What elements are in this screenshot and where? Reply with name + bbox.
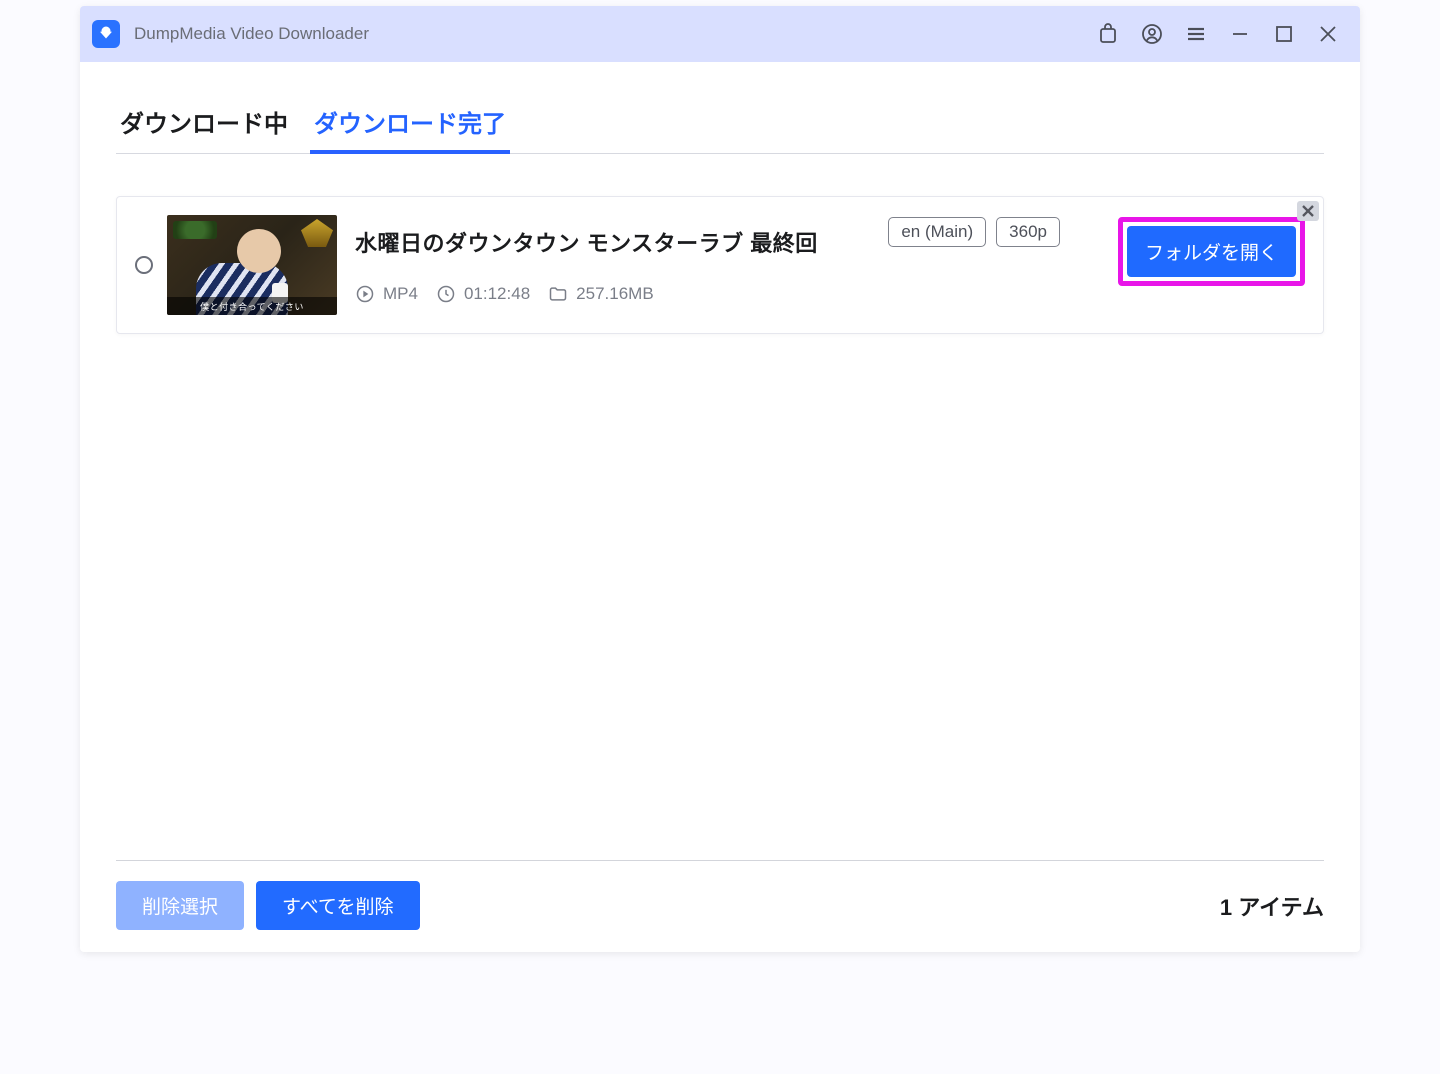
close-button[interactable] — [1306, 12, 1350, 56]
quality-chip[interactable]: 360p — [996, 217, 1060, 247]
app-title: DumpMedia Video Downloader — [134, 24, 369, 44]
download-item: 僕と付き合ってください 水曜日のダウンタウン モンスターラブ 最終回 MP4 0… — [116, 196, 1324, 334]
tab-completed[interactable]: ダウンロード完了 — [310, 104, 510, 153]
remove-item-button[interactable] — [1297, 201, 1319, 221]
tab-downloading[interactable]: ダウンロード中 — [116, 104, 292, 153]
format-value: MP4 — [383, 284, 418, 304]
delete-all-button[interactable]: すべてを削除 — [256, 881, 420, 930]
item-count: 1 アイテム — [1220, 890, 1324, 922]
clock-icon — [436, 284, 456, 304]
duration-meta: 01:12:48 — [436, 284, 530, 304]
item-meta: MP4 01:12:48 257.16MB — [355, 284, 870, 304]
open-folder-button[interactable]: フォルダを開く — [1127, 226, 1296, 277]
minimize-button[interactable] — [1218, 12, 1262, 56]
delete-selected-button[interactable]: 削除選択 — [116, 881, 244, 930]
app-window: DumpMedia Video Downloader ダウンロード中 ダウンロー… — [80, 6, 1360, 952]
app-logo-icon — [92, 20, 120, 48]
titlebar: DumpMedia Video Downloader — [80, 6, 1360, 62]
size-meta: 257.16MB — [548, 284, 654, 304]
play-icon — [355, 284, 375, 304]
language-chip[interactable]: en (Main) — [888, 217, 986, 247]
footer: 削除選択 すべてを削除 1 アイテム — [116, 860, 1324, 952]
user-icon[interactable] — [1130, 12, 1174, 56]
folder-icon — [548, 284, 568, 304]
maximize-button[interactable] — [1262, 12, 1306, 56]
video-thumbnail: 僕と付き合ってください — [167, 215, 337, 315]
duration-value: 01:12:48 — [464, 284, 530, 304]
select-item-radio[interactable] — [135, 256, 153, 274]
size-value: 257.16MB — [576, 284, 654, 304]
content-area: 僕と付き合ってください 水曜日のダウンタウン モンスターラブ 最終回 MP4 0… — [80, 154, 1360, 860]
open-folder-highlight: フォルダを開く — [1118, 217, 1305, 286]
thumbnail-caption: 僕と付き合ってください — [167, 297, 337, 315]
store-icon[interactable] — [1086, 12, 1130, 56]
format-meta: MP4 — [355, 284, 418, 304]
menu-icon[interactable] — [1174, 12, 1218, 56]
tab-bar: ダウンロード中 ダウンロード完了 — [116, 62, 1324, 154]
item-title: 水曜日のダウンタウン モンスターラブ 最終回 — [355, 226, 870, 258]
